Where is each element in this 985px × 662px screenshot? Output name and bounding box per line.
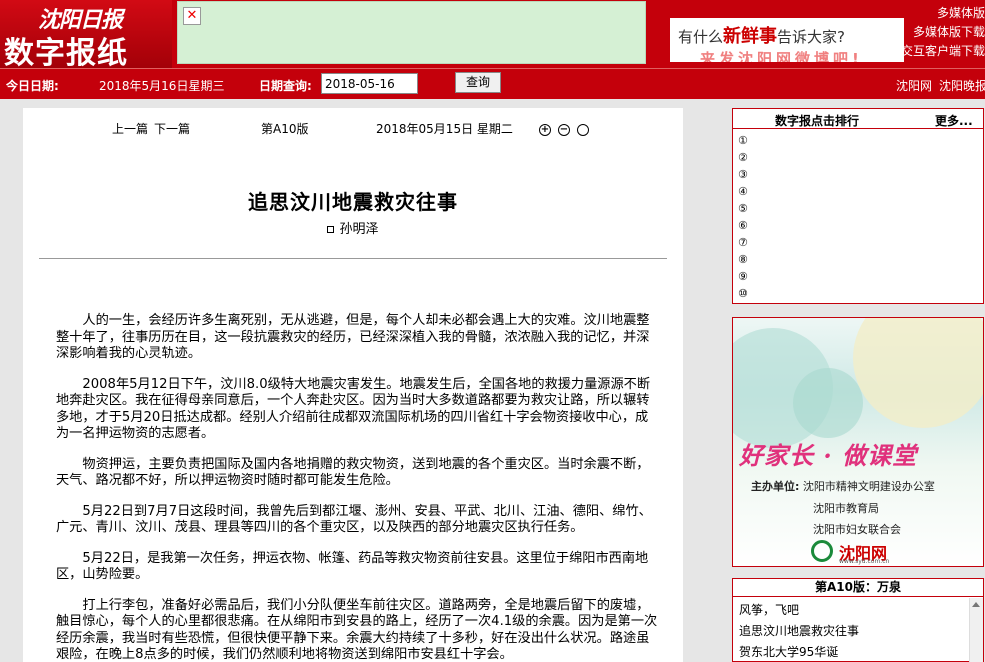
weibo-banner[interactable]: 有什么新鲜事告诉大家? 来发沈阳网微博吧! [670,18,904,62]
promo-url: www.syd.com.cn [839,558,890,565]
bullet-icon [327,226,335,233]
prev-article-link[interactable]: 上一篇 [112,120,148,137]
header-links: 多媒体版 多媒体版下载 交互客户端下载 [901,4,985,61]
ranking-item[interactable]: ⑦ [738,234,983,251]
article-panel: 上一篇 下一篇 第A10版 2018年05月15日 星期二 + − 追思汶川地震… [23,108,683,662]
paragraph: 打上行李包，准备好必需品后，我们小分队便坐车前往灾区。道路两旁，全是地震后留下的… [56,597,658,662]
article-body: 人的一生，会经历许多生离死别，无从逃避，但是，每个人却未必都会遇上大的灾难。汶川… [56,313,661,662]
ranking-item[interactable]: ⑩ [738,285,983,302]
date-query-label: 日期查询: [259,79,312,93]
syd-link[interactable]: 沈阳网 [896,77,932,94]
promo-organizer: 主办单位: 沈阳市精神文明建设办公室 [751,480,935,493]
today-label: 今日日期: [6,79,59,93]
promo-slogan: 好家长 · 做课堂 [739,441,918,470]
paragraph: 物资押运，主要负责把国际及国内各地捐赠的救灾物资，送到地震的各个重灾区。当时余震… [56,456,650,489]
banner-line-2: 来发沈阳网微博吧! [700,50,863,62]
ranking-title: 数字报点击排行 [775,114,860,128]
ranking-item[interactable]: ⑤ [738,200,983,217]
promo-organizer: 沈阳市妇女联合会 [813,523,901,536]
next-article-link[interactable]: 下一篇 [154,120,190,137]
article-title: 追思汶川地震救灾往事 [248,190,458,214]
ranking-item[interactable]: ⑧ [738,251,983,268]
broken-image-icon: ✕ [183,7,201,25]
zoom-out-icon[interactable]: − [558,124,570,136]
client-download-link[interactable]: 交互客户端下载 [901,42,985,61]
edition-item[interactable]: 风筝，飞吧 [739,602,983,623]
banner-line-1: 有什么新鲜事告诉大家? [678,26,845,47]
zoom-reset-icon[interactable] [577,124,589,136]
edition-title: 第A10版：万泉 [733,579,983,597]
brand-subtitle: 数字报纸 [4,36,128,71]
ranking-item[interactable]: ③ [738,166,983,183]
date-query-input[interactable] [321,73,418,94]
multimedia-download-link[interactable]: 多媒体版下载 [901,23,985,42]
ranking-item[interactable]: ⑨ [738,268,983,285]
paragraph: 5月22日，是我第一次任务，押运衣物、帐篷、药品等救灾物资前往安县。这里位于绵阳… [56,550,649,583]
query-button[interactable]: 查询 [455,72,501,93]
ranking-item[interactable]: ① [738,132,983,149]
edition-panel: 第A10版：万泉 风筝，飞吧 追思汶川地震救灾往事 贺东北大学95华诞 [732,578,984,662]
promo-banner[interactable]: 好家长 · 做课堂 主办单位: 沈阳市精神文明建设办公室 沈阳市教育局 沈阳市妇… [732,317,984,567]
site-logo[interactable]: 沈阳日报 数字报纸 [0,0,172,71]
decor-circle [853,318,983,428]
edition-list: 风筝，飞吧 追思汶川地震救灾往事 贺东北大学95华诞 [733,597,983,662]
page-number[interactable]: 第A10版 [261,120,308,137]
ranking-item[interactable]: ⑥ [738,217,983,234]
multimedia-link[interactable]: 多媒体版 [901,4,985,23]
promo-organizer: 沈阳市教育局 [813,502,879,515]
click-ranking-panel: 数字报点击排行 更多... ① ② ③ ④ ⑤ ⑥ ⑦ ⑧ ⑨ ⑩ [732,108,984,304]
edition-item[interactable]: 追思汶川地震救灾往事 [739,623,983,644]
ranking-list: ① ② ③ ④ ⑤ ⑥ ⑦ ⑧ ⑨ ⑩ [733,129,983,302]
issue-date: 2018年05月15日 星期二 [376,122,513,136]
ranking-item[interactable]: ④ [738,183,983,200]
edition-item[interactable]: 贺东北大学95华诞 [739,644,983,662]
paragraph: 5月22日到7月7日这段时间，我曾先后到都江堰、澎州、安县、平武、北川、江油、德… [56,503,652,536]
header: 沈阳日报 数字报纸 ✕ 有什么新鲜事告诉大家? 来发沈阳网微博吧! 多媒体版 多… [0,0,985,71]
ad-placeholder[interactable]: ✕ [177,1,646,64]
ranking-header: 数字报点击排行 更多... [733,109,983,129]
paragraph: 2008年5月12日下午，汶川8.0级特大地震灾害发生。地震发生后，全国各地的救… [56,376,651,442]
title-divider [39,258,667,259]
paragraph: 人的一生，会经历许多生离死别，无从逃避，但是，每个人却未必都会遇上大的灾难。汶川… [56,313,650,361]
ranking-more-link[interactable]: 更多... [935,112,973,129]
zoom-in-icon[interactable]: + [539,124,551,136]
syd-logo-icon [811,540,833,562]
article-author: 孙明泽 [23,218,683,237]
today-value: 2018年5月16日星期三 [99,79,225,93]
evening-news-link[interactable]: 沈阳晚报 [939,77,985,94]
ranking-item[interactable]: ② [738,149,983,166]
scroll-up-icon[interactable] [972,602,980,607]
decor-circle [793,368,863,438]
edition-scrollbar[interactable] [969,598,983,662]
date-bar: 今日日期: 2018年5月16日星期三 日期查询: 查询 沈阳网 沈阳晚报 [0,68,985,99]
